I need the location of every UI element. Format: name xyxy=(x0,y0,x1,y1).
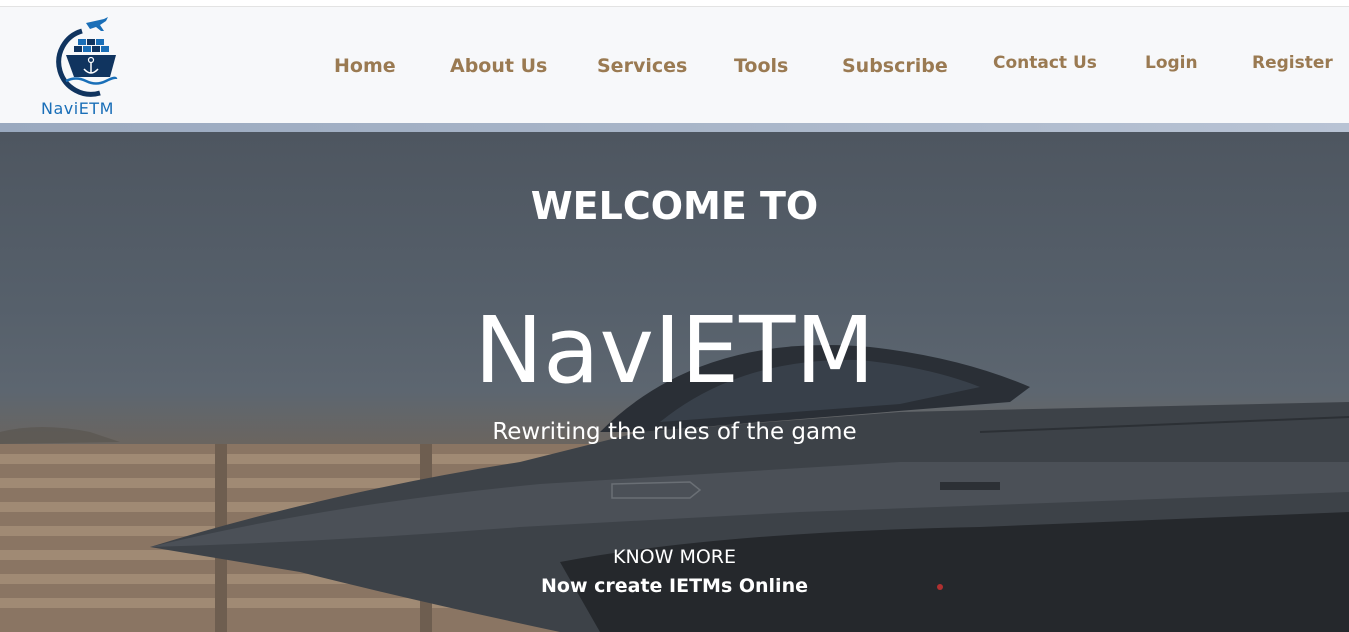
hero-title: NavIETM xyxy=(474,297,875,404)
nav-about-us-link[interactable]: About Us xyxy=(450,55,547,77)
create-ietms-text: Now create IETMs Online xyxy=(540,575,808,597)
ship-logo-icon xyxy=(56,17,118,97)
nav-contact-us-link[interactable]: Contact Us xyxy=(993,53,1097,73)
nav-login-link[interactable]: Login xyxy=(1145,53,1198,73)
welcome-heading: WELCOME TO xyxy=(530,184,819,228)
logo-text: NaviETM xyxy=(41,99,114,118)
top-border xyxy=(0,0,1349,7)
nav-subscribe-link[interactable]: Subscribe xyxy=(842,55,948,77)
nav-services-link[interactable]: Services xyxy=(597,55,687,77)
header-divider-band xyxy=(0,123,1349,132)
hero-tagline: Rewriting the rules of the game xyxy=(492,419,857,445)
know-more-link[interactable]: KNOW MORE xyxy=(613,546,736,568)
nav-home-link[interactable]: Home xyxy=(334,55,396,77)
site-logo[interactable]: NaviETM xyxy=(38,17,138,118)
nav-register-link[interactable]: Register xyxy=(1252,53,1333,73)
hero-banner: WELCOME TO NavIETM Rewriting the rules o… xyxy=(0,132,1349,632)
know-more-container: KNOW MORE xyxy=(0,546,1349,568)
site-header: NaviETM Home About Us Services Tools Sub… xyxy=(0,7,1349,123)
nav-tools-link[interactable]: Tools xyxy=(734,55,788,77)
